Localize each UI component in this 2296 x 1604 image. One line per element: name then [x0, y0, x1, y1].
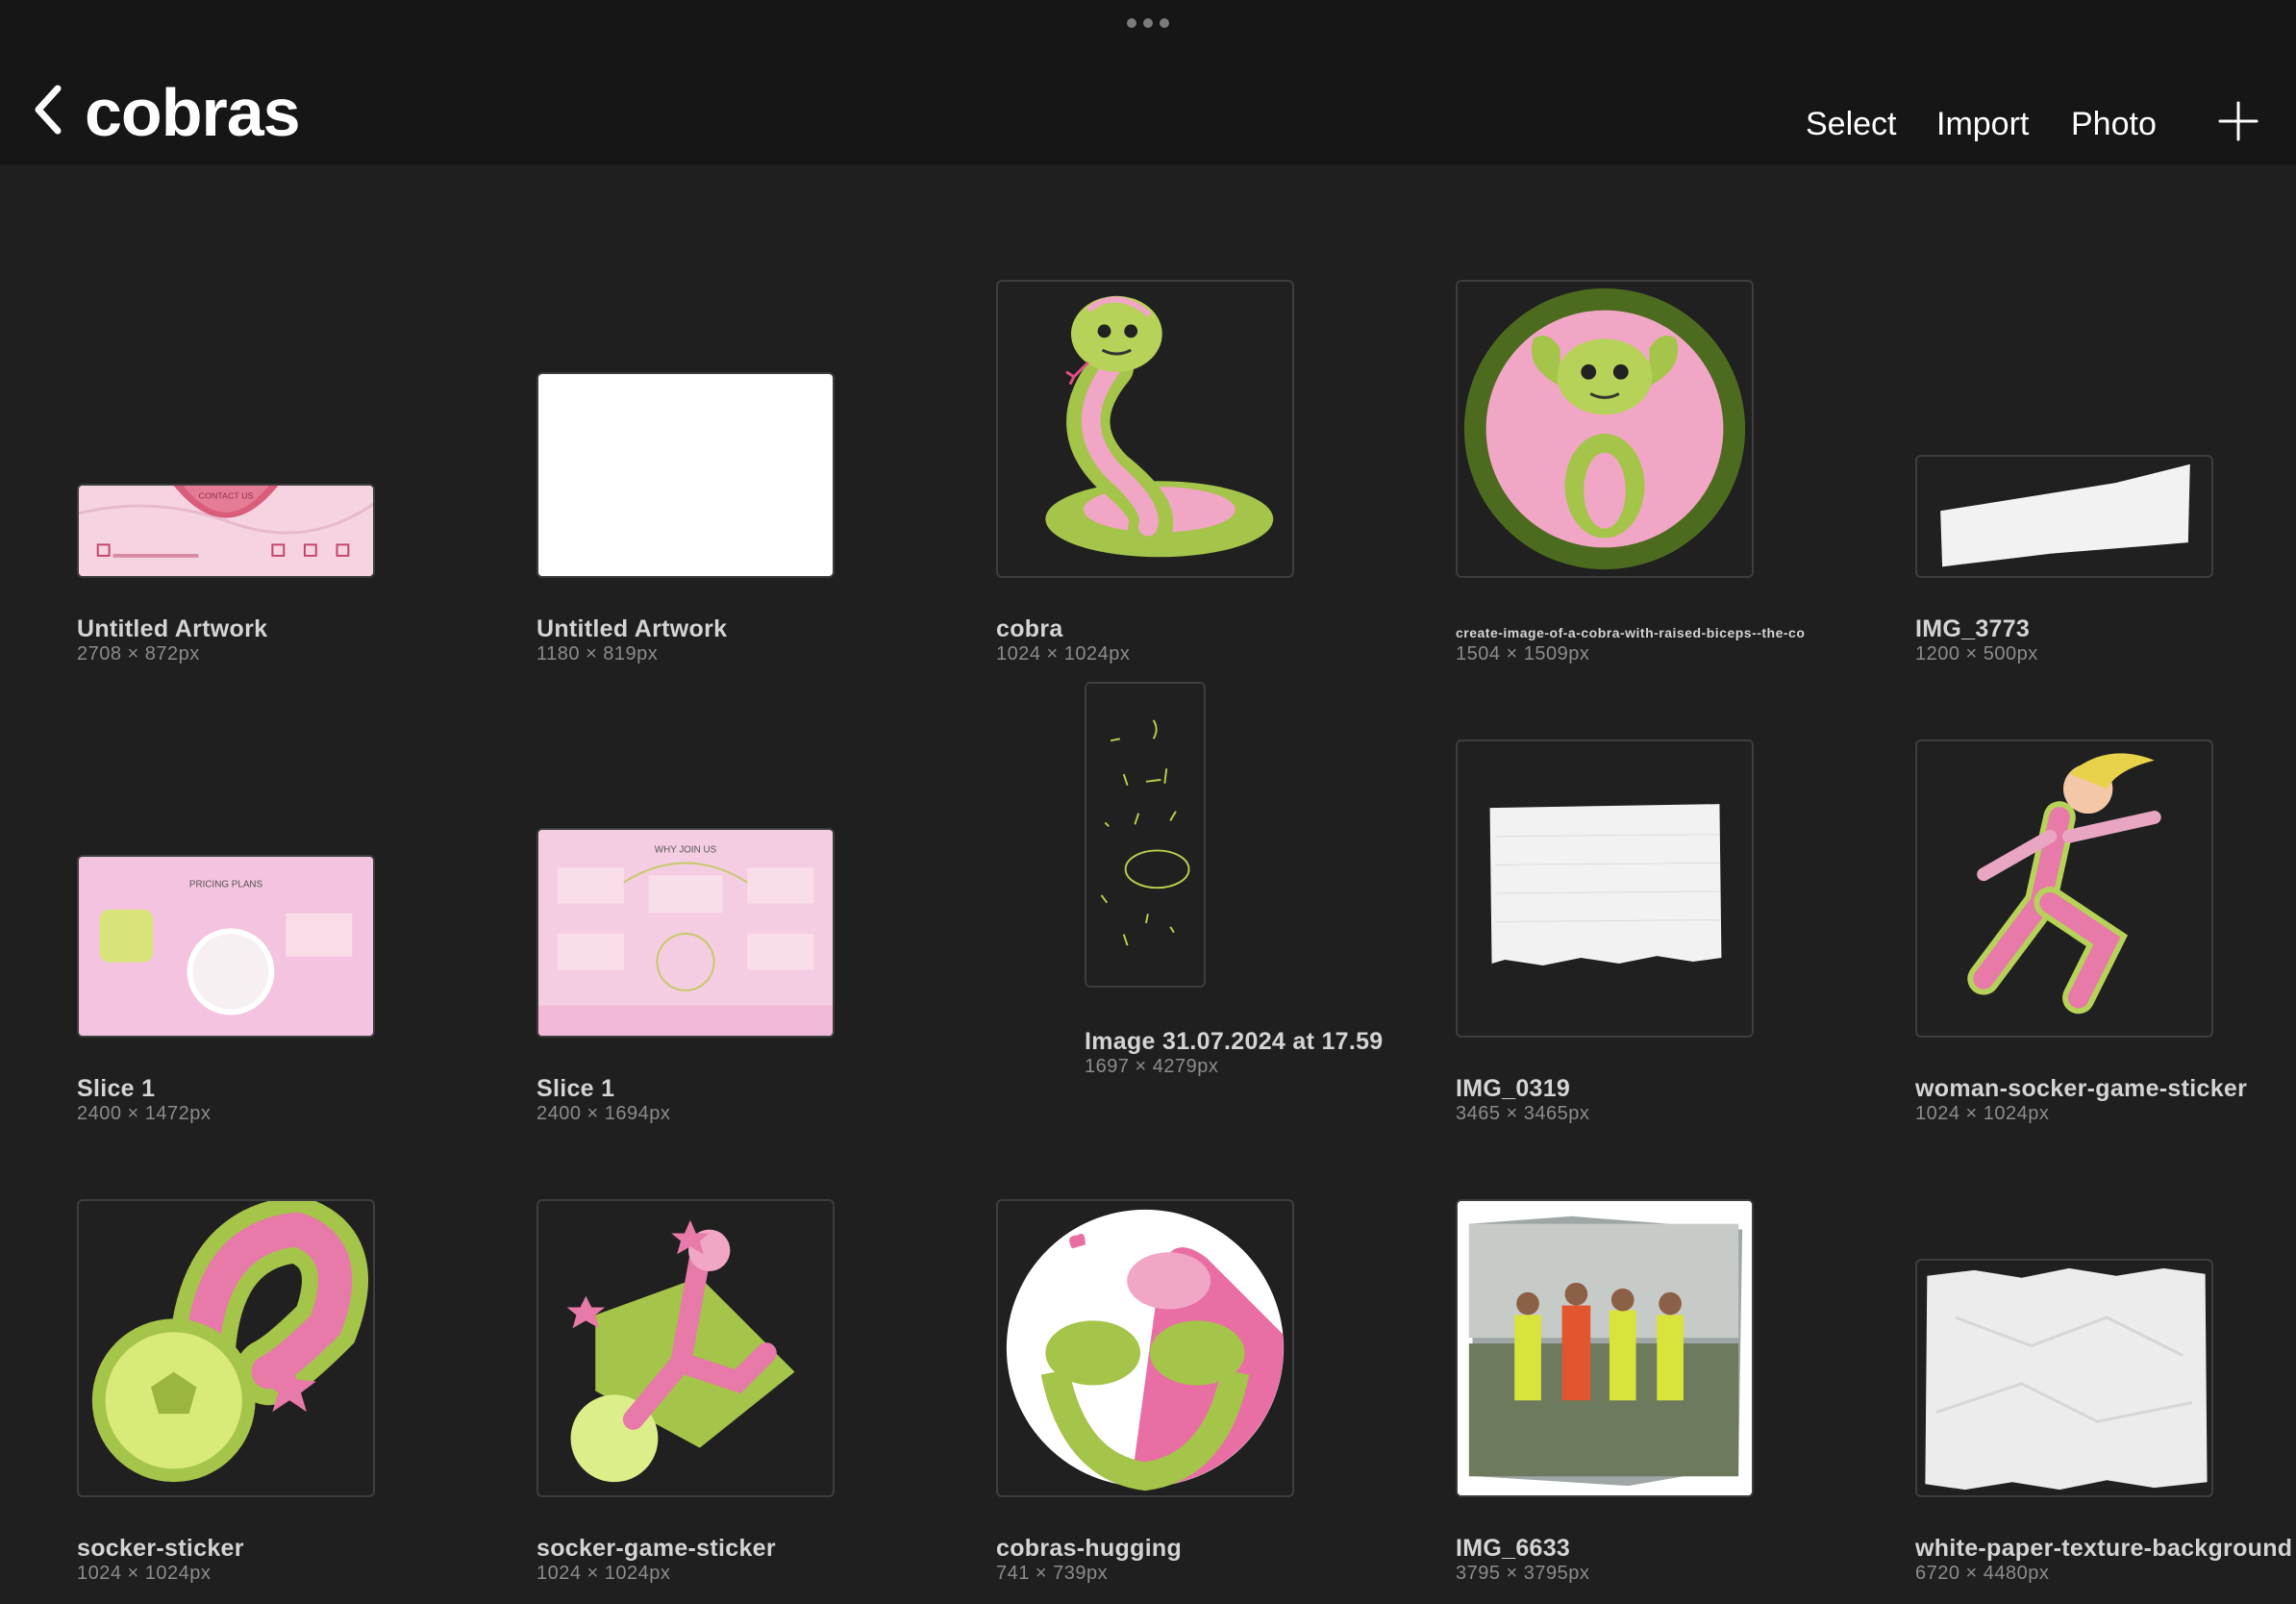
page-title: cobras	[85, 75, 301, 150]
doodle-sketch	[1100, 719, 1190, 946]
artwork-tile[interactable]: PRICING PLANS Slice 1 2400 × 1472px	[77, 682, 481, 1124]
select-button[interactable]: Select	[1806, 100, 1897, 148]
white-paper-texture	[1925, 1267, 2208, 1491]
artwork-thumbnail	[1915, 739, 2213, 1038]
artwork-tile[interactable]: white-paper-texture-background 6720 × 44…	[1915, 1141, 2296, 1584]
artwork-name: socker-sticker	[77, 1535, 244, 1562]
artwork-tile[interactable]: socker-game-sticker 1024 × 1024px	[537, 1141, 940, 1584]
artwork-thumbnail	[1456, 1199, 1754, 1497]
artwork-tile[interactable]: IMG_0319 3465 × 3465px	[1456, 682, 1859, 1124]
cobra-illustration	[1045, 295, 1274, 558]
artwork-dimensions: 2708 × 872px	[77, 643, 200, 664]
artwork-name: Slice 1	[537, 1075, 615, 1102]
artwork-thumbnail	[1456, 280, 1754, 578]
torn-paper-strip	[1940, 464, 2190, 567]
artwork-dimensions: 1024 × 1024px	[537, 1563, 671, 1584]
artwork-dimensions: 1504 × 1509px	[1456, 643, 1590, 664]
artwork-thumbnail: WHY JOIN US	[537, 828, 835, 1038]
more-dots-icon[interactable]	[1127, 17, 1169, 29]
why-join-slide: WHY JOIN US	[538, 830, 833, 1036]
artwork-tile[interactable]: Image 31.07.2024 at 17.59 1697 × 4279px	[1085, 682, 1431, 1105]
artwork-thumbnail	[996, 280, 1294, 578]
artwork-tile[interactable]: IMG_3773 1200 × 500px	[1915, 222, 2296, 664]
soccer-player-sticker	[1967, 753, 2161, 1015]
plus-icon	[2218, 101, 2259, 141]
artwork-name: Image 31.07.2024 at 17.59	[1085, 1028, 1384, 1055]
artwork-tile[interactable]: WHY JOIN US Slice 1 2400 × 1694px	[537, 682, 940, 1124]
artwork-name: socker-game-sticker	[537, 1535, 776, 1562]
artwork-name: Slice 1	[77, 1075, 156, 1102]
back-button[interactable]	[29, 83, 69, 137]
why-heading: WHY JOIN US	[655, 845, 717, 856]
artwork-tile[interactable]: woman-socker-game-sticker 1024 × 1024px	[1915, 682, 2296, 1124]
artwork-tile[interactable]: CONTACT US Untitled Artwork 2708 × 872px	[77, 222, 481, 664]
artwork-tile[interactable]: create-image-of-a-cobra-with-raised-bice…	[1456, 222, 1859, 664]
artwork-name: cobras-hugging	[996, 1535, 1183, 1562]
artwork-dimensions: 1697 × 4279px	[1085, 1056, 1219, 1077]
artwork-name: IMG_0319	[1456, 1075, 1571, 1102]
artwork-dimensions: 1024 × 1024px	[1915, 1103, 2050, 1124]
artwork-dimensions: 2400 × 1694px	[537, 1103, 671, 1124]
artwork-tile[interactable]: IMG_6633 3795 × 3795px	[1456, 1141, 1859, 1584]
pricing-heading: PRICING PLANS	[189, 879, 263, 890]
artwork-name: create-image-of-a-cobra-with-raised-bice…	[1456, 625, 1806, 640]
artwork-name: cobra	[996, 615, 1063, 642]
artwork-dimensions: 3465 × 3465px	[1456, 1103, 1590, 1124]
artwork-name: IMG_6633	[1456, 1535, 1571, 1562]
artwork-tile[interactable]: cobra 1024 × 1024px	[996, 222, 1400, 664]
artwork-dimensions: 1200 × 500px	[1915, 643, 2038, 664]
notebook-paper	[1489, 804, 1722, 965]
artwork-thumbnail	[1915, 455, 2213, 578]
artwork-dimensions: 3795 × 3795px	[1456, 1563, 1590, 1584]
artwork-dimensions: 1024 × 1024px	[77, 1563, 212, 1584]
artwork-name: Untitled Artwork	[537, 615, 728, 642]
pricing-slide: PRICING PLANS	[79, 857, 373, 1036]
top-bar: cobras Select Import Photo	[0, 0, 2296, 164]
artwork-thumbnail	[1915, 1259, 2213, 1497]
artwork-tile[interactable]: cobras-hugging 741 × 739px	[996, 1141, 1400, 1584]
artwork-name: white-paper-texture-background	[1915, 1535, 2293, 1562]
soccer-ball-sticker	[91, 1201, 369, 1483]
artwork-thumbnail: CONTACT US	[77, 484, 375, 578]
contact-label: CONTACT US	[199, 491, 254, 501]
cobras-hugging-illustration	[1006, 1209, 1285, 1491]
photo-button[interactable]: Photo	[2071, 100, 2157, 148]
artwork-dimensions: 741 × 739px	[996, 1563, 1109, 1584]
chevron-left-icon	[35, 85, 62, 135]
add-artwork-button[interactable]	[2217, 100, 2259, 142]
team-photo	[1458, 1201, 1752, 1495]
artwork-name: woman-socker-game-sticker	[1915, 1075, 2248, 1102]
artwork-dimensions: 1180 × 819px	[537, 643, 659, 664]
soccer-game-sticker	[566, 1219, 795, 1483]
artwork-name: IMG_3773	[1915, 615, 2031, 642]
artwork-dimensions: 2400 × 1472px	[77, 1103, 212, 1124]
strong-cobra-badge	[1463, 288, 1746, 570]
artwork-dimensions: 6720 × 4480px	[1915, 1563, 2050, 1584]
import-button[interactable]: Import	[1936, 100, 2029, 148]
artwork-thumbnail	[1085, 682, 1206, 988]
artwork-thumbnail	[77, 1199, 375, 1497]
artwork-gallery: CONTACT US Untitled Artwork 2708 × 872px…	[0, 164, 2296, 1604]
artwork-name: Untitled Artwork	[77, 615, 268, 642]
artwork-thumbnail	[537, 1199, 835, 1497]
artwork-thumbnail	[537, 372, 835, 578]
artwork-thumbnail	[996, 1199, 1294, 1497]
artwork-thumbnail	[1456, 739, 1754, 1038]
artwork-thumbnail: PRICING PLANS	[77, 855, 375, 1038]
artwork-dimensions: 1024 × 1024px	[996, 643, 1131, 664]
artwork-tile[interactable]: Untitled Artwork 1180 × 819px	[537, 222, 940, 664]
artwork-tile[interactable]: socker-sticker 1024 × 1024px	[77, 1141, 481, 1584]
